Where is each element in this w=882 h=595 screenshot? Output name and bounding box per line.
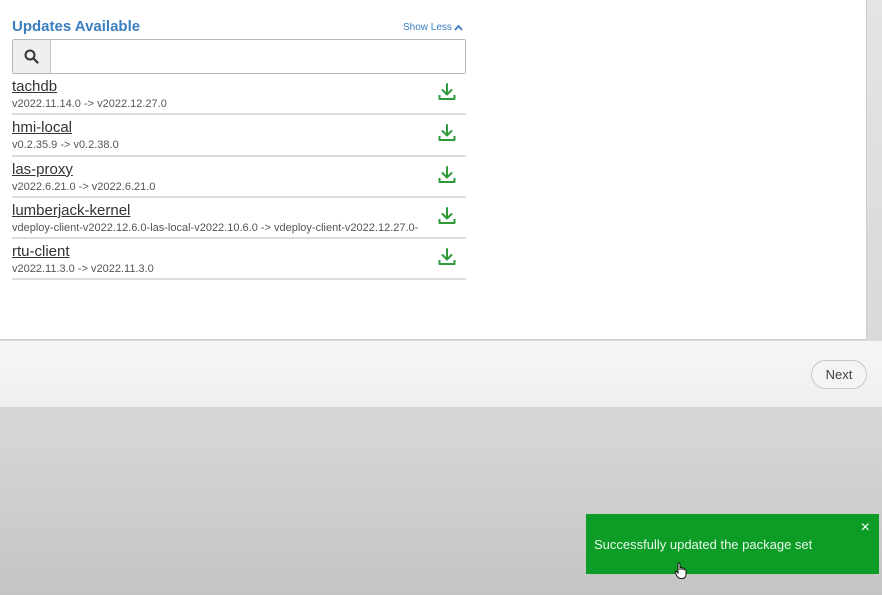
version-change: v0.2.35.9 -> v0.2.38.0 <box>12 139 119 152</box>
version-change: v2022.6.21.0 -> v2022.6.21.0 <box>12 180 156 193</box>
package-name-link[interactable]: hmi-local <box>12 119 72 136</box>
updates-panel: Updates Available Show Less tachdb v2022… <box>0 0 867 340</box>
package-name-link[interactable]: tachdb <box>12 78 57 95</box>
download-icon[interactable] <box>437 123 457 144</box>
success-toast: Successfully updated the package set × <box>586 514 879 574</box>
search-input[interactable] <box>51 40 465 73</box>
hand-cursor-icon <box>674 562 687 579</box>
list-item: lumberjack-kernel vdeploy-client-v2022.1… <box>12 198 466 240</box>
chevron-up-icon <box>454 24 463 31</box>
section-title: Updates Available <box>12 18 141 35</box>
search-button[interactable] <box>13 40 51 73</box>
next-button[interactable]: Next <box>811 360 867 389</box>
list-item: rtu-client v2022.11.3.0 -> v2022.11.3.0 <box>12 239 466 281</box>
list-item: hmi-local v0.2.35.9 -> v0.2.38.0 <box>12 115 466 157</box>
show-less-toggle[interactable]: Show Less <box>403 22 463 33</box>
list-item: tachdb v2022.11.14.0 -> v2022.12.27.0 <box>12 74 466 116</box>
package-name-link[interactable]: rtu-client <box>12 243 70 260</box>
show-less-label: Show Less <box>403 22 452 33</box>
close-icon[interactable]: × <box>861 520 870 536</box>
package-name-link[interactable]: las-proxy <box>12 161 73 178</box>
search-icon <box>24 49 39 64</box>
updates-list: tachdb v2022.11.14.0 -> v2022.12.27.0 hm… <box>12 74 466 281</box>
panel-footer <box>0 341 882 407</box>
list-item: las-proxy v2022.6.21.0 -> v2022.6.21.0 <box>12 157 466 198</box>
toast-message: Successfully updated the package set <box>594 537 813 552</box>
download-icon[interactable] <box>437 247 457 268</box>
download-icon[interactable] <box>437 164 457 185</box>
package-name-link[interactable]: lumberjack-kernel <box>12 202 130 219</box>
search-box <box>12 39 466 74</box>
version-change: vdeploy-client-v2022.12.6.0-las-local-v2… <box>12 221 419 234</box>
version-change: v2022.11.3.0 -> v2022.11.3.0 <box>12 263 154 276</box>
download-icon[interactable] <box>437 205 457 226</box>
download-icon[interactable] <box>437 82 457 102</box>
version-change: v2022.11.14.0 -> v2022.12.27.0 <box>12 98 167 110</box>
